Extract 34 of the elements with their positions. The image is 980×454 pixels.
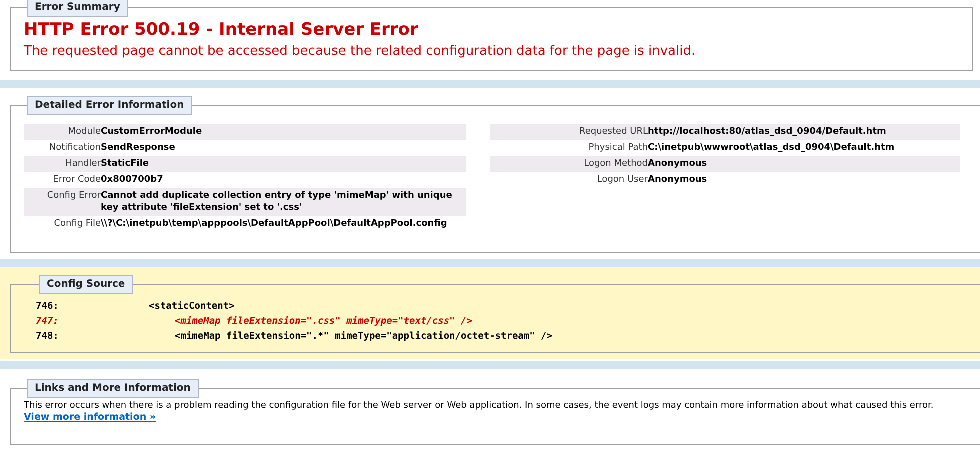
section-legend: Config Source xyxy=(39,275,134,294)
detail-value: 0x800700b7 xyxy=(101,174,164,186)
detail-value: Anonymous xyxy=(648,158,708,170)
detail-label: Physical Path xyxy=(588,142,648,154)
detail-label: Error Code xyxy=(52,174,101,186)
code-line: <mimeMap fileExtension=".css" mimeType="text/css" /> xyxy=(174,315,472,329)
detail-value: C:\inetpub\wwwroot\atlas_dsd_0904\Default.htm xyxy=(648,142,895,154)
line-number: 746: xyxy=(36,300,60,314)
more-info-link[interactable]: View more information » xyxy=(24,412,156,424)
detail-label: Notification xyxy=(48,142,101,154)
info-text: This error occurs when there is a problem reading the configuration file for the Web server or Web application. In some cases, the event logs may contain more information about what caused this error. xyxy=(24,401,935,412)
detail-value: SendResponse xyxy=(101,142,176,154)
detail-label: Module xyxy=(67,126,101,138)
section-legend: Error Summary xyxy=(27,0,128,17)
error-message: The requested page cannot be accessed because the related configuration data for the page is invalid. xyxy=(24,43,697,61)
detail-label: Config File xyxy=(53,218,101,230)
detail-value: CustomErrorModule xyxy=(101,126,202,138)
detail-value: StaticFile xyxy=(101,158,150,170)
line-number: 748: xyxy=(36,330,60,344)
detail-value: http://localhost:80/atlas_dsd_0904/Default.htm xyxy=(648,126,886,138)
detail-label: Requested URL xyxy=(578,126,648,138)
detail-value: \\?\C:\inetpub\temp\apppools\DefaultAppPool\DefaultAppPool.config xyxy=(101,218,448,230)
detail-value: Cannot add duplicate collection entry of type 'mimeMap' with unique key attribute 'fileExtension' set to '.css' xyxy=(101,190,454,214)
error-title: HTTP Error 500.19 - Internal Server Error xyxy=(24,19,420,41)
detail-value: Anonymous xyxy=(648,174,708,186)
detail-label: Logon User xyxy=(596,174,648,186)
line-number: 747: xyxy=(36,315,60,329)
code-line: <mimeMap fileExtension=".*" mimeType="application/octet-stream" /> xyxy=(174,330,552,344)
detail-label: Handler xyxy=(64,158,101,170)
code-line: <staticContent> xyxy=(149,300,235,314)
section-legend: Detailed Error Information xyxy=(27,96,192,115)
section-legend: Links and More Information xyxy=(27,379,199,398)
detail-label: Config Error xyxy=(46,190,101,202)
detail-label: Logon Method xyxy=(583,158,648,170)
